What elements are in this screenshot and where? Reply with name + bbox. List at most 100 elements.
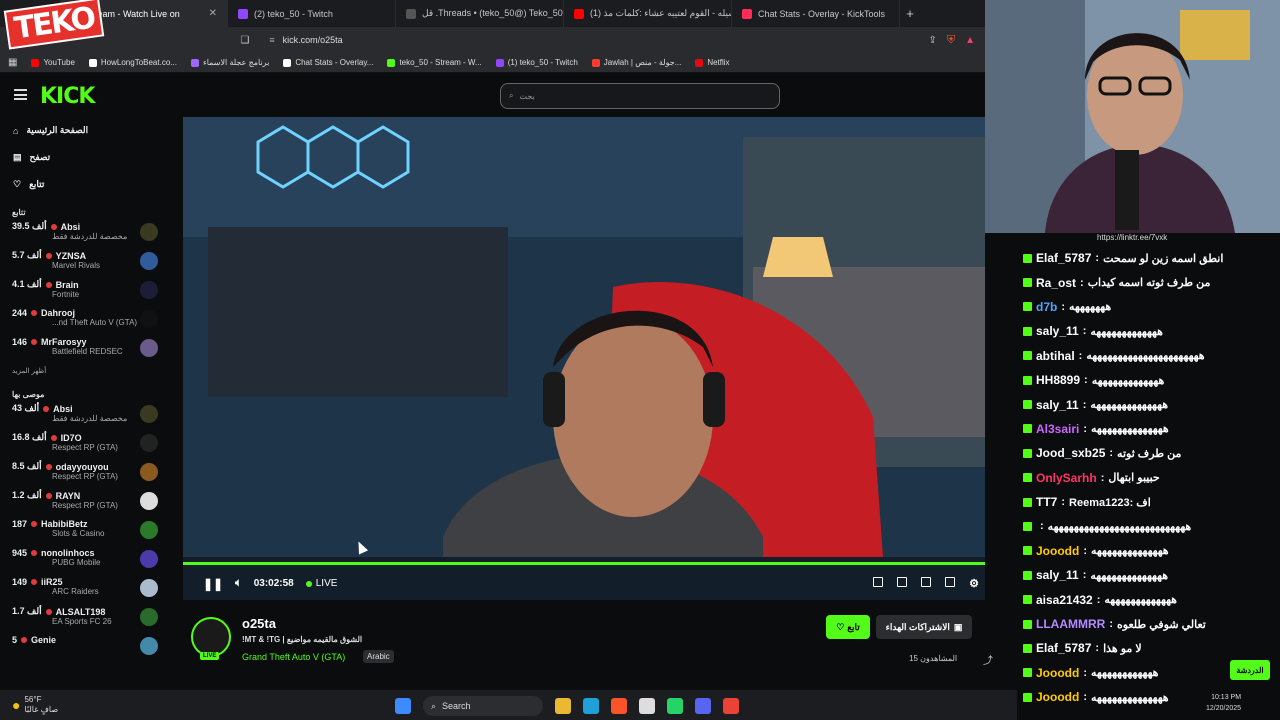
chat-username[interactable]: Al3sairi — [1036, 422, 1079, 436]
settings-gear-icon[interactable]: ⚙ — [969, 577, 979, 590]
taskbar-search[interactable]: ⌕ Search — [423, 696, 543, 716]
chat-username[interactable]: saly_11 — [1036, 568, 1079, 582]
volume-icon[interactable]: 🔈︎ — [235, 577, 242, 590]
bookmark-item[interactable]: Netflix — [695, 58, 730, 67]
kick-logo[interactable]: KICK — [40, 84, 95, 109]
brave-icon[interactable] — [611, 698, 627, 714]
tab-title: Chat Stats - Overlay - KickTools — [758, 8, 886, 19]
chat-username[interactable]: HH8899 — [1036, 373, 1080, 387]
search-input[interactable]: ⌕ بحث — [500, 83, 780, 109]
tab-favicon-icon — [406, 8, 416, 19]
browser-tab[interactable]: (2) teko_50 - Twitch — [228, 0, 396, 27]
chat-username[interactable]: abtihal — [1036, 349, 1075, 363]
chat-messages: Elaf_5787: انطق اسمه زين لو سمحت Ra_ost: من… — [1017, 246, 1280, 709]
bookmark-item[interactable]: YouTube — [31, 58, 75, 67]
sidebar-item[interactable]: ♡ تتابع — [0, 171, 168, 198]
webcam-image — [985, 0, 1280, 233]
channel-item[interactable]: 1.7 ألف ALSALT198 EA Sports FC 26 — [0, 602, 168, 631]
bookmark-item[interactable]: Chat Stats - Overlay... — [283, 58, 373, 67]
video-player[interactable]: ❚❚ 🔈︎ 03:02:58 LIVE ⚙ — [183, 117, 985, 600]
miniplayer-icon[interactable] — [873, 577, 884, 587]
language-tag[interactable]: Arabic — [363, 650, 394, 663]
channel-item[interactable]: 43 ألف Absi مخصصة للدردشة فقط — [0, 399, 168, 428]
sidebar-item[interactable]: ⌂ الصفحة الرئيسية — [0, 117, 168, 144]
share-stream-icon[interactable]: ⤴ — [983, 652, 993, 667]
channel-item[interactable]: 5.7 ألف YZNSA Marvel Rivals — [0, 246, 168, 275]
whatsapp-icon[interactable] — [667, 698, 683, 714]
share-icon[interactable]: ⇪ — [928, 35, 936, 46]
windows-start-icon[interactable] — [395, 698, 411, 714]
chat-text: ههههههههههههههه — [1091, 545, 1169, 558]
channel-item[interactable]: 1.2 ألف RAYN Respect RP (GTA) — [0, 486, 168, 515]
store-icon[interactable] — [639, 698, 655, 714]
channel-item[interactable]: 146 MrFarosyy Battlefield REDSEC — [0, 333, 168, 362]
chat-text: ههههههههههههههههههههههه — [1086, 350, 1205, 363]
browser-tab[interactable]: قل .Threads • (teko_50@) Teko_50 — [396, 0, 564, 27]
chat-username[interactable]: Jooodd — [1036, 666, 1079, 680]
browser-tab[interactable]: Chat Stats - Overlay - KickTools — [732, 0, 900, 27]
chat-send-button[interactable]: الدردشة — [1230, 660, 1270, 680]
channel-item[interactable]: 4.1 ألف Brain Fortnite — [0, 275, 168, 304]
chat-username[interactable]: Elaf_5787 — [1036, 251, 1091, 265]
channel-avatar — [140, 281, 158, 299]
streamer-name[interactable]: o25ta — [242, 616, 276, 631]
system-clock[interactable]: 10:13 PM 12/20/2025 — [1206, 692, 1241, 714]
tab-close-icon[interactable]: ✕ — [209, 8, 217, 19]
bookmark-item[interactable]: teko_50 - Stream - W... — [387, 58, 482, 67]
follow-button[interactable]: ♡ تابع — [826, 615, 870, 639]
category-link[interactable]: Grand Theft Auto V (GTA) — [242, 652, 345, 662]
url-field[interactable]: ≡ kick.com/o25ta — [269, 30, 919, 50]
pause-icon[interactable]: ❚❚ — [203, 577, 223, 591]
brave-shield-icon[interactable]: ⛨ — [947, 34, 955, 47]
discord-icon[interactable] — [695, 698, 711, 714]
brave-rewards-icon[interactable]: ▲ — [965, 35, 975, 46]
chrome-icon[interactable] — [723, 698, 739, 714]
bookmark-item[interactable]: Jawlah | جولة - منص... — [591, 58, 681, 67]
show-more-link[interactable]: أظهر المزيد — [0, 362, 168, 380]
browser-tab[interactable]: (1) شيله - القوم لعتيبه عشاء :كلمات مذ — [564, 0, 732, 27]
progress-bar[interactable] — [183, 562, 985, 565]
gift-subs-button[interactable]: الاشتراكات الهداء ▣ — [876, 615, 972, 639]
site-info-icon[interactable]: ≡ — [269, 35, 274, 45]
new-tab-button[interactable]: + — [900, 6, 920, 21]
chat-username[interactable]: d7b — [1036, 300, 1057, 314]
chat-username[interactable]: Jooodd — [1036, 544, 1079, 558]
chat-username[interactable]: TT7 — [1036, 495, 1057, 509]
chat-username[interactable]: Jood_sxb25 — [1036, 446, 1105, 460]
file-explorer-icon[interactable] — [555, 698, 571, 714]
chat-username[interactable]: LLAAMMRR — [1036, 617, 1105, 631]
bookmark-item[interactable]: (1) teko_50 - Twitch — [495, 58, 578, 67]
weather-widget[interactable]: ● 56°F صافٍ غالبًا — [0, 695, 58, 715]
channel-item[interactable]: 244 Dahrooj ...nd Theft Auto V (GTA) — [0, 304, 168, 333]
chat-username[interactable]: Jooodd — [1036, 690, 1079, 704]
chat-username[interactable]: Ra_ost — [1036, 276, 1076, 290]
channel-item[interactable]: 39.5 ألف Absi مخصصة للدردشة فقط — [0, 217, 168, 246]
channel-item[interactable]: 149 iiR25 ARC Raiders — [0, 573, 168, 602]
windows-taskbar: ● 56°F صافٍ غالبًا ⌕ Search — [0, 690, 1017, 720]
hamburger-menu-icon[interactable] — [14, 89, 27, 100]
theater-mode-icon[interactable] — [921, 577, 932, 587]
fullscreen-icon[interactable] — [945, 577, 956, 587]
channel-item[interactable]: 5 Genie — [0, 631, 168, 660]
chat-username[interactable]: Elaf_5787 — [1036, 641, 1091, 655]
chat-pinned-link[interactable]: https://linktr.ee/7vxk — [1017, 233, 1280, 247]
sidebar-item[interactable]: ▤ تصفح — [0, 144, 168, 171]
streamer-avatar[interactable] — [191, 617, 231, 657]
kick-badge-icon — [1023, 473, 1032, 483]
channel-item[interactable]: 16.8 ألف ID7O Respect RP (GTA) — [0, 428, 168, 457]
channel-name: Brain — [55, 279, 79, 290]
bookmark-item[interactable]: HowLongToBeat.co... — [88, 58, 177, 67]
apps-icon[interactable]: ▦ — [8, 57, 17, 68]
chat-username[interactable]: aisa21432 — [1036, 593, 1093, 607]
bookmark-item[interactable]: برنامج عجلة الاسماء — [190, 58, 269, 67]
chat-username[interactable]: saly_11 — [1036, 324, 1079, 338]
channel-item[interactable]: 945 nonolinhocs PUBG Mobile — [0, 544, 168, 573]
chat-username[interactable]: saly_11 — [1036, 398, 1079, 412]
chat-username[interactable]: OnlySarhh — [1036, 471, 1097, 485]
clip-icon[interactable] — [897, 577, 908, 587]
bookmark-icon[interactable]: ❏ — [240, 35, 249, 46]
bookmark-favicon-icon — [88, 58, 97, 67]
channel-item[interactable]: 8.5 ألف odayyouyou Respect RP (GTA) — [0, 457, 168, 486]
edge-icon[interactable] — [583, 698, 599, 714]
channel-item[interactable]: 187 HabibiBetz Slots & Casino — [0, 515, 168, 544]
